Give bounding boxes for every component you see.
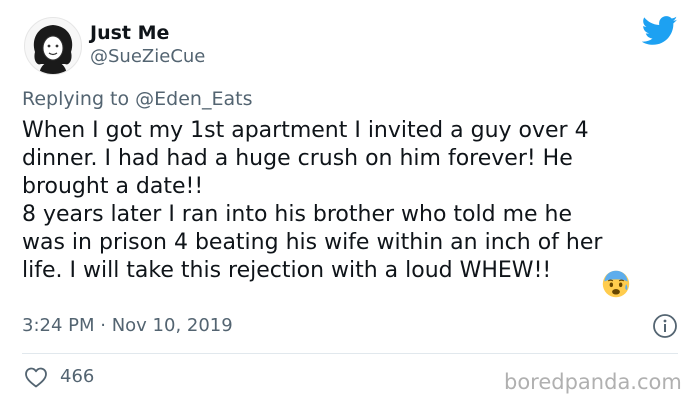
twitter-bird-icon[interactable] xyxy=(642,16,678,46)
reply-context: Replying to @Eden_Eats xyxy=(22,88,252,110)
tweet-timestamp[interactable]: 3:24 PM · Nov 10, 2019 xyxy=(22,315,233,336)
avatar-illustration xyxy=(33,25,73,74)
reply-prefix: Replying to xyxy=(22,88,130,110)
like-count: 466 xyxy=(60,366,95,387)
info-icon[interactable] xyxy=(652,313,678,339)
author-handle[interactable]: @SueZieCue xyxy=(90,46,205,67)
author-display-name[interactable]: Just Me xyxy=(90,22,169,44)
divider xyxy=(22,353,678,354)
avatar[interactable] xyxy=(24,17,82,75)
anxious-face-with-sweat-icon xyxy=(602,270,630,298)
reply-mention-link[interactable]: @Eden_Eats xyxy=(135,88,252,110)
boredpanda-watermark: boredpanda.com xyxy=(504,370,682,394)
heart-icon[interactable] xyxy=(24,366,48,388)
tweet-text: When I got my 1st apartment I invited a … xyxy=(22,118,603,283)
